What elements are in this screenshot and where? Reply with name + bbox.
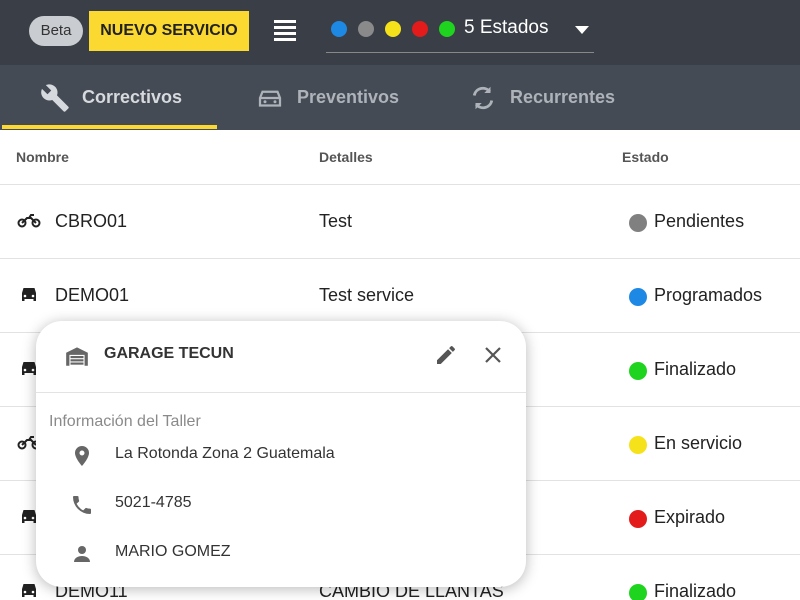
status-dot-gray	[358, 21, 374, 37]
column-header-nombre[interactable]: Nombre	[16, 149, 69, 165]
workshop-address: La Rotonda Zona 2 Guatemala	[115, 445, 335, 462]
sync-icon	[468, 83, 498, 113]
row-status: Finalizado	[654, 359, 737, 379]
tab-recurrentes-label: Recurrentes	[510, 87, 616, 107]
motorcycle-icon	[17, 214, 41, 228]
row-name: DEMO01	[55, 285, 130, 305]
beta-badge: Beta	[29, 16, 83, 46]
tab-correctivos[interactable]: Correctivos	[40, 65, 182, 130]
wrench-screwdriver-icon	[40, 83, 70, 113]
row-details: Test service	[319, 285, 415, 305]
status-dot-green	[439, 21, 455, 37]
location-pin-icon	[75, 446, 89, 466]
status-filter-dropdown[interactable]: 5 Estados	[326, 8, 594, 53]
workshop-phone: 5021-4785	[115, 494, 192, 511]
status-filter-label: 5 Estados	[464, 17, 549, 38]
popup-header: GARAGE TECUN	[36, 321, 526, 393]
tab-preventivos-label: Preventivos	[297, 87, 400, 107]
workshop-contact: MARIO GOMEZ	[115, 543, 231, 560]
close-icon[interactable]	[481, 343, 505, 367]
tab-recurrentes[interactable]: Recurrentes	[468, 65, 615, 130]
status-dot	[629, 362, 647, 380]
car-icon	[22, 584, 36, 597]
tab-preventivos[interactable]: Preventivos	[255, 65, 399, 130]
row-name: CBRO01	[55, 211, 128, 231]
column-header-estado[interactable]: Estado	[622, 149, 669, 165]
column-header-detalles[interactable]: Detalles	[319, 149, 373, 165]
top-bar: Beta NUEVO SERVICIO 5 Estados	[0, 0, 800, 65]
list-menu-icon[interactable]	[274, 20, 296, 42]
status-dot	[629, 288, 647, 306]
status-dot-red	[412, 21, 428, 37]
phone-icon	[73, 496, 91, 514]
status-dot	[629, 584, 647, 600]
status-dot-blue	[331, 21, 347, 37]
status-dot-yellow	[385, 21, 401, 37]
row-status: Programados	[654, 285, 763, 305]
person-icon	[74, 546, 90, 562]
car-front-icon	[255, 83, 285, 113]
service-tabs: Correctivos Preventivos Recurrentes	[0, 65, 800, 130]
active-tab-indicator	[2, 125, 217, 129]
table-header: Nombre Detalles Estado	[0, 130, 800, 185]
status-dot	[629, 436, 647, 454]
car-icon	[22, 288, 36, 301]
status-dot	[629, 510, 647, 528]
row-status: Expirado	[654, 507, 726, 527]
row-status: Pendientes	[654, 211, 745, 231]
row-status: Finalizado	[654, 581, 737, 600]
new-service-button[interactable]: NUEVO SERVICIO	[89, 11, 249, 51]
row-details: Test	[319, 211, 353, 231]
section-heading: Información del Taller	[49, 413, 201, 430]
workshop-info-popup: GARAGE TECUN Información del Taller La R…	[36, 321, 526, 587]
garage-icon	[66, 347, 88, 366]
row-status: En servicio	[654, 433, 743, 453]
popup-title: GARAGE TECUN	[104, 345, 234, 362]
tab-correctivos-label: Correctivos	[82, 87, 183, 107]
status-dot	[629, 214, 647, 232]
table-row[interactable]: CBRO01 Test Pendientes	[0, 185, 800, 259]
edit-icon[interactable]	[434, 343, 458, 367]
chevron-down-icon	[575, 26, 589, 34]
